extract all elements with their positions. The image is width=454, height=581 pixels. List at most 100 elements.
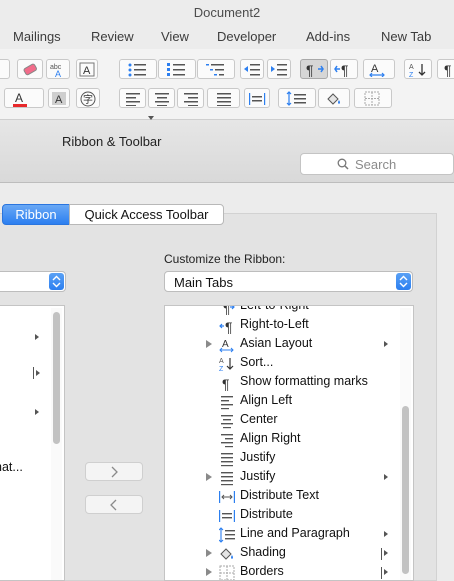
ribbon-tree-item[interactable]: Shading [165, 544, 399, 563]
tab-review[interactable]: Review [91, 29, 134, 44]
clear-formatting-button[interactable] [17, 59, 43, 79]
svg-text:¶: ¶ [444, 62, 452, 77]
asian-layout-icon: A [219, 337, 235, 353]
tab-developer[interactable]: Developer [217, 29, 276, 44]
ribbon-tree-item-label: Shading [240, 545, 286, 559]
add-to-ribbon-button[interactable] [85, 462, 143, 481]
shading-icon [219, 546, 235, 562]
ribbon-tree-item[interactable]: Distribute [165, 506, 399, 525]
submenu-arrow-icon [35, 409, 39, 415]
numbering-button[interactable] [158, 59, 196, 79]
tab-ribbon[interactable]: Ribbon [2, 204, 70, 225]
scrollbar-thumb[interactable] [402, 406, 409, 574]
list-item-truncated[interactable]: nat... [0, 460, 23, 474]
font-color-icon: A [13, 91, 27, 107]
ribbon-tree-item[interactable]: ¶ Show formatting marks [165, 373, 399, 392]
text-box-button[interactable]: A [76, 59, 98, 79]
borders-button[interactable] [354, 88, 392, 108]
ribbon-tree-item[interactable]: Distribute Text [165, 487, 399, 506]
svg-text:¶: ¶ [223, 305, 231, 315]
ribbon-tabs-tree[interactable]: ¶ Left-to-Right ¶ Right-to-Left A Asian Layou… [164, 305, 414, 581]
scrollbar[interactable] [51, 308, 62, 580]
disclosure-triangle-icon[interactable] [206, 340, 212, 348]
ribbon-tree-item-label: Distribute [240, 507, 293, 521]
distribute-text-icon [219, 489, 235, 505]
line-spacing-button[interactable] [278, 88, 316, 108]
commands-list[interactable]: nat... [0, 305, 65, 581]
sort-button[interactable]: AZ [404, 59, 432, 79]
scrollbar[interactable] [400, 308, 411, 580]
ribbon-tree-item[interactable]: Align Left [165, 392, 399, 411]
ribbon-tree-item-label: Align Left [240, 393, 293, 407]
ltr-button[interactable]: ¶ [300, 59, 328, 79]
align-left-button[interactable] [119, 88, 146, 108]
align-left-icon [125, 93, 140, 106]
ribbon-tree-item[interactable]: Borders [165, 563, 399, 580]
tab-view[interactable]: View [161, 29, 189, 44]
svg-text:A: A [15, 91, 23, 105]
decrease-indent-button[interactable] [240, 59, 264, 79]
choose-commands-select[interactable] [0, 271, 66, 292]
disclosure-triangle-icon[interactable] [206, 549, 212, 557]
remove-from-ribbon-button[interactable] [85, 495, 143, 514]
ribbon-tree-item-label: Line and Paragraph [240, 526, 350, 540]
select-stepper-icon [49, 273, 64, 290]
ribbon-tree-item[interactable]: A Z Sort... [165, 354, 399, 373]
spelling-button[interactable]: abc A [46, 59, 70, 79]
disclosure-triangle-icon[interactable] [206, 568, 212, 576]
ribbon-tree-item-label: Align Right [240, 431, 301, 445]
ribbon-tree-item[interactable]: Align Right [165, 430, 399, 449]
justify-icon [216, 93, 231, 106]
character-shading-button[interactable]: A [48, 88, 70, 108]
svg-text:A: A [83, 65, 91, 77]
svg-text:¶: ¶ [225, 319, 233, 334]
chevron-right-icon [111, 466, 118, 478]
align-right-icon [183, 93, 198, 106]
tab-mailings[interactable]: Mailings [13, 29, 61, 44]
ribbon-tree-item[interactable]: Justify [165, 449, 399, 468]
search-icon [337, 158, 349, 170]
submenu-arrow-icon [35, 334, 39, 340]
increase-indent-button[interactable] [267, 59, 291, 79]
eraser-icon [23, 63, 37, 76]
align-right-button[interactable] [177, 88, 204, 108]
shading-button[interactable] [318, 88, 350, 108]
ribbon-tree-item-label: Asian Layout [240, 336, 313, 350]
asian-layout-button[interactable]: A [363, 59, 395, 79]
justify-button[interactable] [207, 88, 240, 108]
enclose-character-button[interactable]: 字 [76, 88, 100, 108]
tab-add-ins[interactable]: Add-ins [306, 29, 350, 44]
ribbon-tree-item[interactable]: Justify [165, 468, 399, 487]
svg-text:A: A [371, 63, 379, 75]
ribbon-tree-item[interactable]: ¶ Left-to-Right [165, 305, 399, 316]
pilcrow-icon: ¶ [444, 62, 452, 77]
borders-icon [364, 91, 380, 106]
svg-text:Z: Z [219, 366, 224, 372]
ribbon-tree-item[interactable]: A Asian Layout [165, 335, 399, 354]
search-input[interactable]: Search [300, 153, 454, 175]
svg-text:¶: ¶ [222, 376, 230, 391]
scrollbar-thumb[interactable] [53, 312, 60, 444]
tab-new-tab[interactable]: New Tab [381, 29, 431, 44]
rtl-paragraph-icon: ¶ [334, 62, 349, 77]
ribbon-tree-item[interactable]: Center [165, 411, 399, 430]
ribbon-tree-item[interactable]: ¶ Right-to-Left [165, 316, 399, 335]
ribbon-tree-item[interactable]: Line and Paragraph [165, 525, 399, 544]
disclosure-triangle-icon[interactable] [206, 473, 212, 481]
show-formatting-button[interactable]: ¶ [437, 59, 454, 79]
submenu-bar-icon [381, 548, 382, 560]
tab-quick-access-toolbar[interactable]: Quick Access Toolbar [69, 204, 224, 225]
svg-text:Z: Z [409, 72, 414, 77]
multilevel-list-button[interactable] [197, 59, 235, 79]
center-button[interactable] [148, 88, 175, 108]
rtl-button[interactable]: ¶ [330, 59, 358, 79]
bullets-button[interactable] [119, 59, 157, 79]
submenu-arrow-icon [384, 569, 388, 575]
character-shading-icon: A [52, 92, 66, 106]
font-color-button[interactable]: A [4, 88, 44, 108]
center-icon [154, 93, 169, 106]
svg-text:A: A [219, 358, 224, 365]
distribute-button[interactable] [244, 88, 270, 108]
clipped-button[interactable] [0, 59, 10, 79]
customize-ribbon-select[interactable]: Main Tabs [164, 271, 413, 292]
